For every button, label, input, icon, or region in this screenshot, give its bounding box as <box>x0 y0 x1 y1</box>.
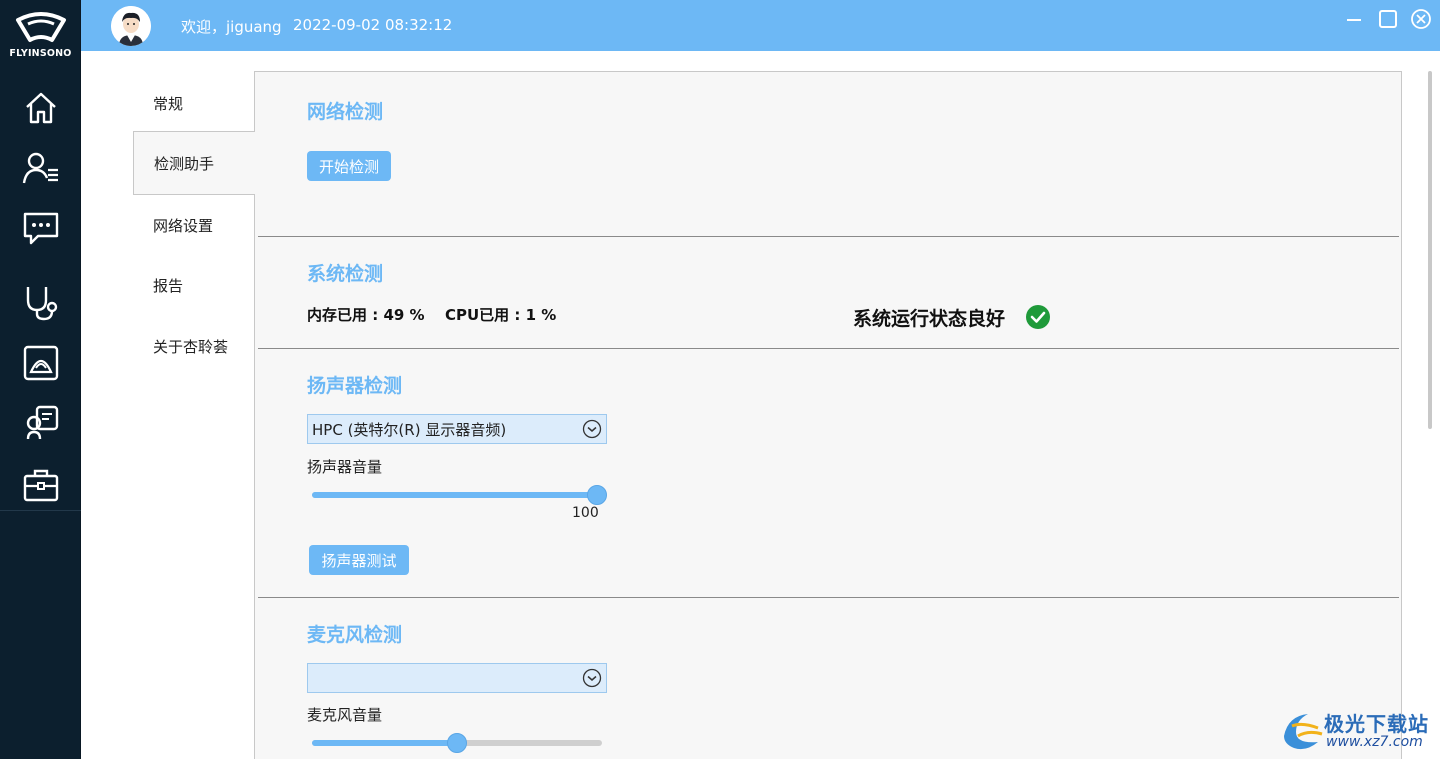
user-list-icon[interactable] <box>20 147 62 189</box>
home-icon[interactable] <box>20 87 62 129</box>
speaker-volume-value: 100 <box>572 505 599 521</box>
minimize-icon[interactable] <box>1343 8 1365 30</box>
nav-item-diagnostics[interactable]: 检测助手 <box>133 131 255 195</box>
microphone-device-select[interactable] <box>307 663 607 693</box>
toolbox-icon[interactable] <box>20 464 62 506</box>
section-divider <box>258 348 1399 349</box>
avatar[interactable] <box>111 6 151 46</box>
maximize-icon[interactable] <box>1377 8 1399 30</box>
diagnostics-panel: 网络检测 开始检测 系统检测 内存已用 : 49 % CPU已用 : 1 % 系… <box>254 71 1402 759</box>
chevron-down-icon <box>582 668 602 688</box>
brand-name: FLYINSONO <box>9 48 72 59</box>
microphone-volume-label: 麦克风音量 <box>307 706 383 724</box>
slider-thumb[interactable] <box>447 733 467 753</box>
speaker-volume-slider[interactable] <box>312 485 607 505</box>
consult-icon[interactable] <box>20 402 62 444</box>
speaker-volume-label: 扬声器音量 <box>307 458 383 476</box>
nav-item-general[interactable]: 常规 <box>81 73 254 133</box>
rail-divider <box>0 510 81 511</box>
settings-nav: 常规 检测助手 网络设置 报告 关于杏聆荟 <box>81 51 255 759</box>
scrollbar-thumb[interactable] <box>1428 71 1432 429</box>
top-bar: 欢迎，jiguang 2022-09-02 08:32:12 <box>81 0 1440 51</box>
nav-item-network-settings[interactable]: 网络设置 <box>81 195 254 255</box>
speaker-device-value: HPC (英特尔(R) 显示器音频) <box>312 420 507 439</box>
close-icon[interactable] <box>1410 8 1432 30</box>
microphone-section-title: 麦克风检测 <box>307 624 403 646</box>
microphone-volume-slider[interactable] <box>312 733 602 753</box>
speaker-section-title: 扬声器检测 <box>307 375 403 397</box>
network-section-title: 网络检测 <box>307 101 384 123</box>
system-section-title: 系统检测 <box>307 263 384 285</box>
speaker-device-select[interactable]: HPC (英特尔(R) 显示器音频) <box>307 414 607 444</box>
chat-icon[interactable] <box>20 207 62 249</box>
datetime-text: 2022-09-02 08:32:12 <box>293 16 453 34</box>
nav-item-report[interactable]: 报告 <box>81 255 254 315</box>
vertical-scrollbar[interactable] <box>1424 57 1436 757</box>
slider-fill <box>312 740 457 746</box>
watermark-cn: 极光下载站 <box>1324 712 1429 736</box>
brand-logo: FLYINSONO <box>0 0 81 72</box>
chevron-down-icon <box>582 419 602 439</box>
check-circle-icon <box>1026 305 1050 329</box>
nav-item-about[interactable]: 关于杏聆荟 <box>81 316 254 376</box>
watermark-en: www.xz7.com <box>1326 734 1423 750</box>
speaker-test-button[interactable]: 扬声器测试 <box>309 545 409 575</box>
ultrasound-icon[interactable] <box>20 342 62 384</box>
slider-fill <box>312 492 597 498</box>
watermark-logo-icon <box>1284 714 1323 750</box>
system-status-text: 系统运行状态良好 <box>853 308 1006 330</box>
section-divider <box>258 597 1399 598</box>
left-rail: FLYINSONO <box>0 0 81 759</box>
welcome-text: 欢迎，jiguang <box>181 18 282 36</box>
stethoscope-icon[interactable] <box>20 282 62 324</box>
watermark: 极光下载站 www.xz7.com <box>1278 704 1438 756</box>
start-detection-button[interactable]: 开始检测 <box>307 151 391 181</box>
slider-thumb[interactable] <box>587 485 607 505</box>
section-divider <box>258 236 1399 237</box>
brand-mark-icon <box>15 12 66 42</box>
memory-usage: 内存已用 : 49 % <box>307 306 425 324</box>
cpu-usage: CPU已用 : 1 % <box>445 306 557 324</box>
